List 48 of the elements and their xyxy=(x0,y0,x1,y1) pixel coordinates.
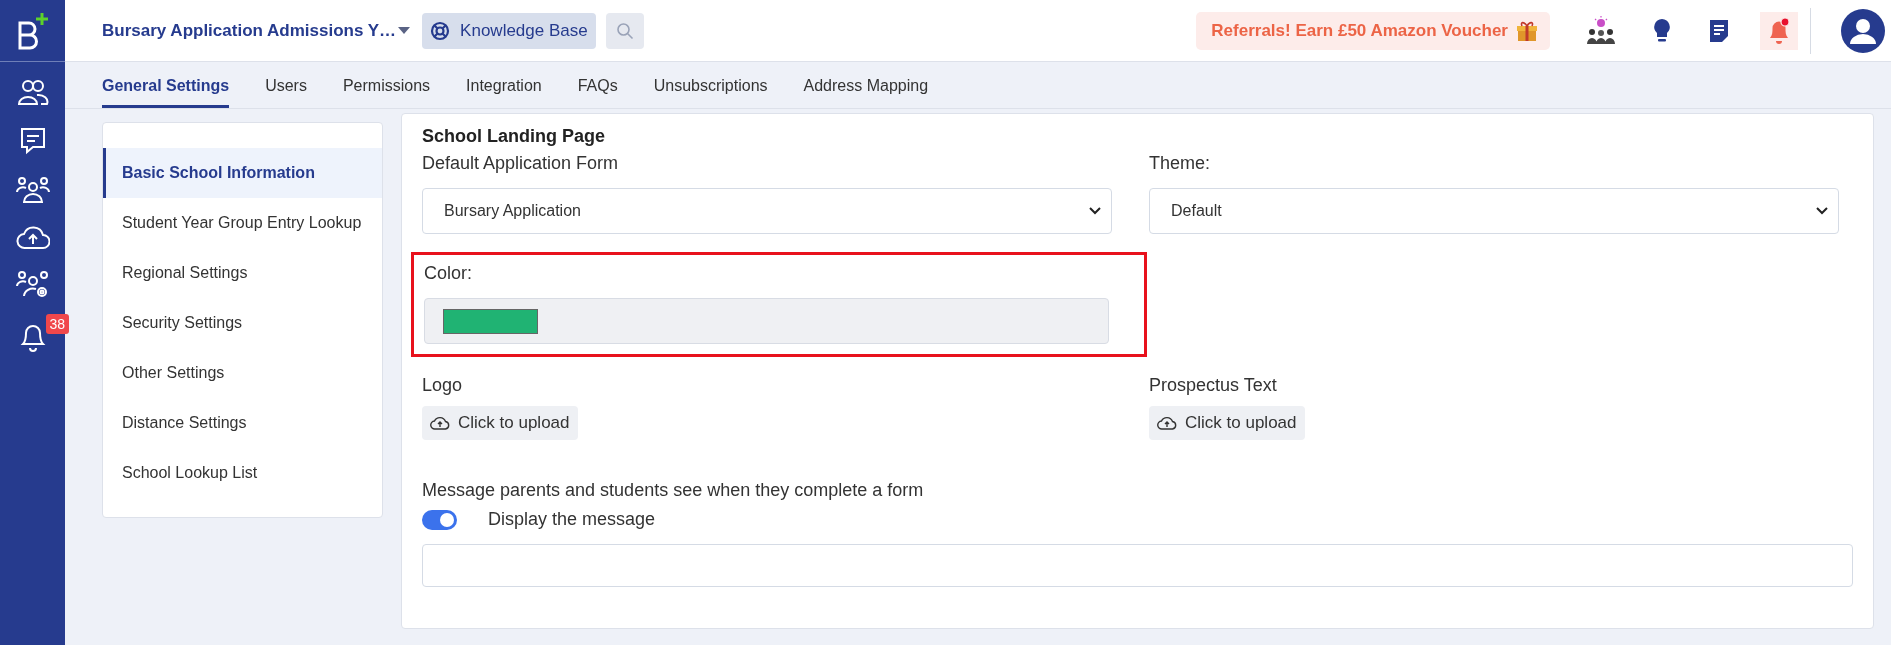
field-label: Message parents and students see when they complete a form xyxy=(422,480,925,501)
tab[interactable]: Permissions xyxy=(342,77,431,108)
menu-item[interactable]: Regional Settings xyxy=(103,248,382,298)
menu-item[interactable]: School Lookup List xyxy=(103,448,382,498)
team-idea-icon[interactable] xyxy=(1586,15,1616,46)
cloud-upload-icon[interactable] xyxy=(15,224,50,250)
chevron-down-icon xyxy=(1089,207,1101,215)
message-input[interactable] xyxy=(422,544,1853,587)
field-label: Prospectus Text xyxy=(1149,375,1277,396)
people-icon[interactable] xyxy=(16,78,49,106)
toggle-switch[interactable] xyxy=(422,509,457,530)
tab[interactable]: FAQs xyxy=(577,77,618,108)
tab[interactable]: Unsubscriptions xyxy=(653,77,768,108)
group-icon[interactable] xyxy=(15,176,50,204)
notification-badge: 38 xyxy=(45,314,70,334)
menu-item[interactable]: Distance Settings xyxy=(103,398,382,448)
field-label: Color: xyxy=(424,263,472,284)
tab[interactable]: Integration xyxy=(466,77,542,108)
tab[interactable]: Users xyxy=(265,77,307,108)
gift-icon xyxy=(1516,19,1538,42)
select-field[interactable]: Bursary Application xyxy=(422,188,1112,234)
cloud-upload-icon xyxy=(430,415,450,431)
section-heading: School Landing Page xyxy=(422,126,606,147)
field-label: Logo xyxy=(422,375,463,396)
tab[interactable]: General Settings xyxy=(102,77,230,108)
toggle-label: Display the message xyxy=(488,509,656,530)
document-icon[interactable] xyxy=(1708,17,1730,44)
search-icon xyxy=(615,21,634,40)
field-label: Default Application Form xyxy=(422,153,619,174)
lifebuoy-icon xyxy=(430,20,451,41)
page-title[interactable]: Bursary Application Admissions Y… xyxy=(102,20,397,41)
menu-item[interactable]: Other Settings xyxy=(103,348,382,398)
caret-icon[interactable] xyxy=(398,26,411,35)
knowledge-base-button[interactable]: Knowledge Base xyxy=(422,12,596,49)
tab[interactable]: Address Mapping xyxy=(803,77,929,108)
lightbulb-icon[interactable] xyxy=(1652,17,1672,44)
upload-button[interactable]: Click to upload xyxy=(1149,406,1305,440)
menu-item[interactable]: Student Year Group Entry Lookup xyxy=(103,198,382,248)
cloud-upload-icon xyxy=(1157,415,1177,431)
select-field[interactable]: Default xyxy=(1149,188,1839,234)
color-field[interactable] xyxy=(424,298,1109,344)
upload-button[interactable]: Click to upload xyxy=(422,406,578,440)
field-label: Theme: xyxy=(1149,153,1211,174)
menu-item[interactable]: Security Settings xyxy=(103,298,382,348)
avatar-icon[interactable] xyxy=(1841,8,1885,53)
menu-item[interactable]: Basic School Information xyxy=(103,148,382,198)
group-settings-icon[interactable] xyxy=(15,270,50,300)
chevron-down-icon xyxy=(1816,207,1828,215)
